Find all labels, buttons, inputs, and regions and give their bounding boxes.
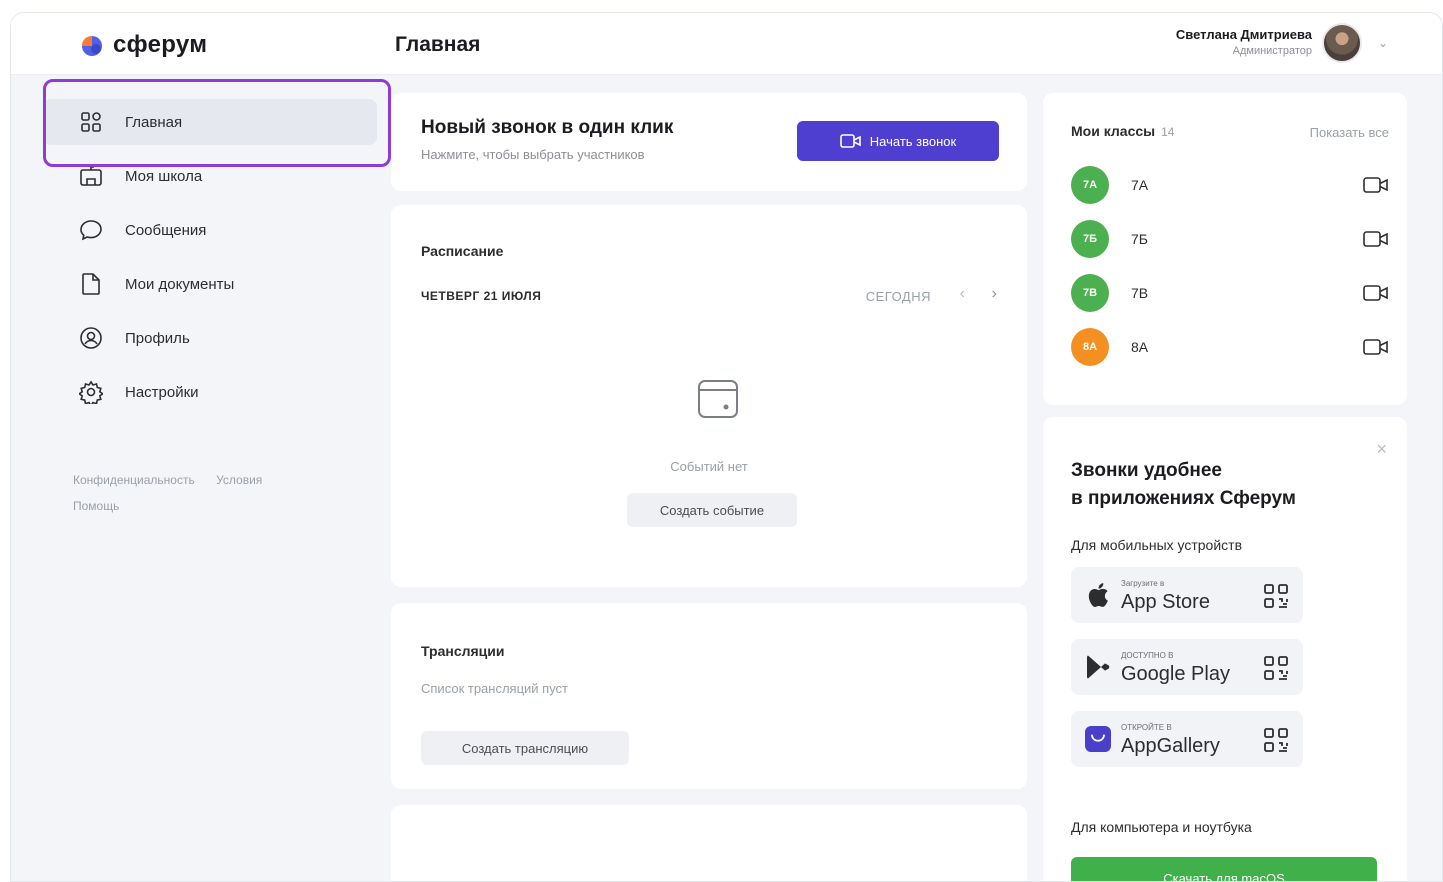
store-small-text: ДОСТУПНО В [1121, 651, 1174, 660]
broadcasts-title: Трансляции [421, 643, 505, 659]
app-store-button[interactable]: Загрузите в App Store [1071, 567, 1303, 623]
video-camera-icon[interactable] [1363, 283, 1389, 303]
store-small-text: Загрузите в [1121, 579, 1165, 588]
class-row[interactable]: 7В 7В [1071, 271, 1389, 315]
classes-count: 14 [1161, 125, 1175, 139]
video-camera-icon[interactable] [1363, 337, 1389, 357]
show-all-link[interactable]: Показать все [1310, 125, 1389, 140]
sidebar-item-school[interactable]: Моя школа [43, 153, 377, 199]
profile-icon [79, 326, 103, 350]
class-row[interactable]: 8А 8А [1071, 325, 1389, 369]
sferum-logo-icon [82, 36, 102, 56]
google-play-icon [1085, 654, 1111, 680]
my-classes-card: Мои классы 14 Показать все 7А 7А 7Б 7Б 7В… [1043, 93, 1407, 405]
top-header: сферум Главная Светлана Дмитриева Админи… [11, 13, 1442, 75]
google-play-button[interactable]: ДОСТУПНО В Google Play [1071, 639, 1303, 695]
store-name: Google Play [1121, 663, 1230, 685]
sidebar-item-messages[interactable]: Сообщения [43, 207, 377, 253]
schedule-card: Расписание ЧЕТВЕРГ 21 ИЮЛЯ СЕГОДНЯ ‹ › С… [391, 205, 1027, 587]
calendar-icon [698, 380, 738, 418]
video-camera-icon[interactable] [1363, 229, 1389, 249]
sidebar-item-documents[interactable]: Мои документы [43, 261, 377, 307]
qr-code-icon[interactable] [1263, 655, 1289, 681]
video-camera-icon[interactable] [1363, 175, 1389, 195]
sidebar-item-label: Настройки [125, 383, 199, 401]
quick-call-title: Новый звонок в один клик [421, 117, 674, 138]
sidebar-item-label: Сообщения [125, 221, 207, 239]
chevron-down-icon[interactable]: ⌄ [1378, 36, 1392, 50]
gear-icon [79, 380, 103, 404]
quick-call-card: Новый звонок в один клик Нажмите, чтобы … [391, 93, 1027, 191]
appgallery-icon [1085, 726, 1111, 752]
privacy-link[interactable]: Конфиденциальность [73, 473, 195, 487]
promo-title-line2: в приложениях Сферум [1071, 488, 1296, 509]
sidebar: Главная Моя школа Сообщения Мои документ… [11, 75, 381, 881]
class-row[interactable]: 7Б 7Б [1071, 217, 1389, 261]
store-name: App Store [1121, 591, 1210, 613]
help-link[interactable]: Помощь [73, 499, 119, 513]
download-desktop-button[interactable]: Скачать для macOS [1071, 857, 1377, 881]
grid-icon [79, 110, 103, 134]
start-call-button[interactable]: Начать звонок [797, 121, 999, 161]
logo[interactable]: сферум [79, 31, 207, 59]
promo-title-line1: Звонки удобнее [1071, 460, 1222, 481]
extra-card [391, 805, 1027, 881]
sidebar-item-profile[interactable]: Профиль [43, 315, 377, 361]
schedule-title: Расписание [421, 243, 504, 259]
apple-icon [1085, 582, 1111, 608]
video-camera-icon [839, 134, 861, 148]
class-avatar: 8А [1071, 328, 1109, 366]
classes-title: Мои классы 14 [1071, 123, 1174, 139]
classes-title-text: Мои классы [1071, 123, 1156, 139]
sidebar-item-label: Мои документы [125, 275, 235, 293]
user-menu[interactable]: Светлана Дмитриева Администратор ⌄ [1176, 23, 1392, 63]
appgallery-button[interactable]: ОТКРОЙТЕ В AppGallery [1071, 711, 1303, 767]
chevron-left-icon[interactable]: ‹ [960, 285, 965, 303]
class-avatar: 7А [1071, 166, 1109, 204]
pc-label: Для компьютера и ноутбука [1071, 819, 1252, 835]
class-avatar: 7В [1071, 274, 1109, 312]
sidebar-item-home[interactable]: Главная [43, 99, 377, 145]
chat-icon [79, 218, 103, 242]
class-name: 7В [1131, 285, 1149, 301]
user-role: Администратор [1232, 45, 1312, 57]
terms-link[interactable]: Условия [216, 473, 262, 487]
start-call-label: Начать звонок [869, 133, 957, 149]
logo-text: сферум [113, 31, 208, 58]
no-events-text: Событий нет [670, 459, 748, 474]
sidebar-item-label: Моя школа [125, 167, 203, 185]
broadcasts-empty-text: Список трансляций пуст [421, 681, 569, 696]
promo-title: Звонки удобнее в приложениях Сферум [1071, 457, 1371, 513]
qr-code-icon[interactable] [1263, 727, 1289, 753]
store-name: AppGallery [1121, 735, 1220, 757]
sidebar-item-label: Профиль [125, 329, 190, 347]
avatar[interactable] [1322, 23, 1362, 63]
qr-code-icon[interactable] [1263, 583, 1289, 609]
today-button[interactable]: СЕГОДНЯ [866, 289, 931, 304]
school-icon [79, 164, 103, 188]
document-icon [79, 272, 103, 296]
sidebar-item-settings[interactable]: Настройки [43, 369, 377, 415]
store-small-text: ОТКРОЙТЕ В [1121, 723, 1172, 732]
create-broadcast-button[interactable]: Создать трансляцию [421, 731, 629, 765]
broadcasts-card: Трансляции Список трансляций пуст Создат… [391, 603, 1027, 789]
close-icon[interactable]: × [1376, 439, 1387, 460]
class-name: 7Б [1131, 231, 1148, 247]
create-event-button[interactable]: Создать событие [627, 493, 797, 527]
class-avatar: 7Б [1071, 220, 1109, 258]
apps-promo-card: × Звонки удобнее в приложениях Сферум Дл… [1043, 417, 1407, 881]
chevron-right-icon[interactable]: › [992, 285, 997, 303]
mobile-label: Для мобильных устройств [1071, 537, 1243, 553]
class-row[interactable]: 7А 7А [1071, 163, 1389, 207]
class-name: 8А [1131, 339, 1149, 355]
sidebar-footer-links: Конфиденциальность Условия Помощь [73, 467, 353, 519]
page-title: Главная [395, 33, 481, 56]
user-name: Светлана Дмитриева [1175, 27, 1312, 42]
schedule-date: ЧЕТВЕРГ 21 ИЮЛЯ [421, 289, 542, 303]
sidebar-item-label: Главная [125, 113, 183, 131]
class-name: 7А [1131, 177, 1149, 193]
app-window: сферум Главная Светлана Дмитриева Админи… [10, 12, 1443, 882]
quick-call-subtitle: Нажмите, чтобы выбрать участников [421, 147, 645, 162]
